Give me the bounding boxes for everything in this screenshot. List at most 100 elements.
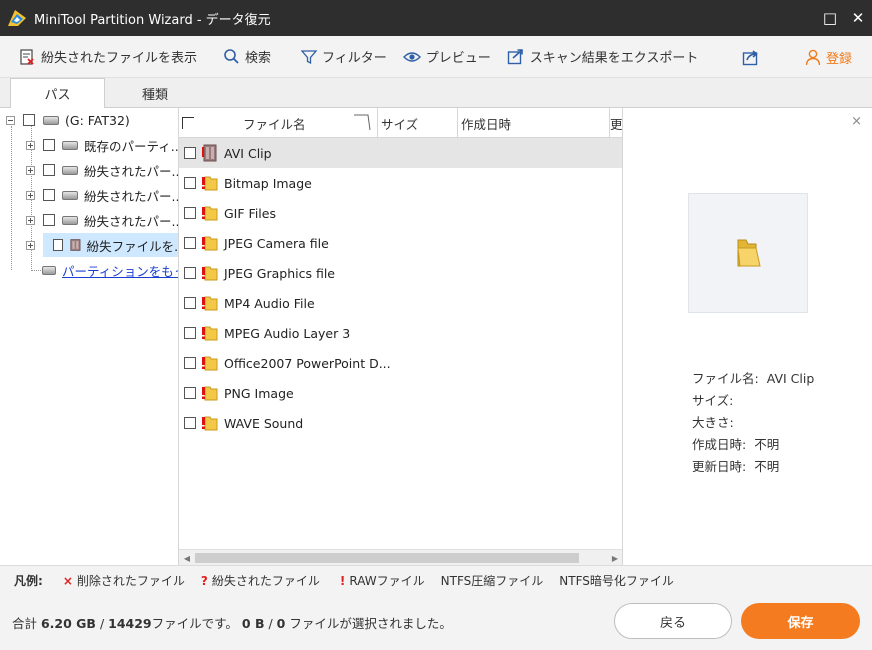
- tree-item[interactable]: 既存のパーティ...: [26, 133, 178, 157]
- expand-icon[interactable]: [26, 190, 35, 200]
- scrollbar-thumb[interactable]: [195, 553, 579, 563]
- meta-dimensions-label: 大きさ:: [692, 415, 734, 430]
- preview-panel: × ファイル名: AVI Clip サイズ: 大きさ: 作成日時: 不明 更新日…: [623, 108, 872, 565]
- column-name-label: ファイル名: [243, 116, 306, 132]
- tree-root[interactable]: (G: FAT32): [6, 108, 130, 132]
- file-row-checkbox[interactable]: [184, 297, 196, 309]
- raw-file-icon: [202, 144, 217, 162]
- expand-icon[interactable]: [26, 240, 35, 250]
- summary-selected-size: 0 B: [241, 616, 265, 631]
- meta-created: 作成日時: 不明: [692, 434, 779, 453]
- status-bar: 合計 6.20 GB / 14429ファイルです。 0 B / 0 ファイルが選…: [0, 595, 872, 650]
- save-button-label: 保存: [787, 615, 814, 631]
- export-results-label: スキャン結果をエクスポート: [529, 51, 699, 66]
- meta-modified: 更新日時: 不明: [692, 456, 779, 475]
- tree-item[interactable]: 紛失されたパー...: [26, 158, 178, 182]
- horizontal-scrollbar[interactable]: ◀ ▶: [179, 549, 622, 565]
- more-partitions-link[interactable]: パーティションをもっ...: [62, 261, 178, 280]
- window-title: MiniTool Partition Wizard - データ復元: [34, 12, 271, 28]
- back-button[interactable]: 戻る: [614, 603, 732, 639]
- column-size[interactable]: サイズ: [378, 108, 458, 138]
- drive-icon: [62, 190, 78, 200]
- tree-item-checkbox[interactable]: [43, 189, 55, 201]
- column-name[interactable]: ファイル名: [203, 108, 378, 138]
- file-row[interactable]: WAVE Sound: [179, 408, 622, 438]
- maximize-button[interactable]: □: [816, 0, 844, 36]
- close-button[interactable]: ✕: [844, 0, 872, 36]
- file-row-checkbox[interactable]: [184, 357, 196, 369]
- file-row-checkbox[interactable]: [184, 417, 196, 429]
- legend-ntfs-compressed-label: NTFS圧縮ファイル: [440, 574, 544, 588]
- close-preview-icon[interactable]: ×: [851, 114, 862, 129]
- select-all-checkbox[interactable]: [182, 117, 194, 129]
- file-row[interactable]: Bitmap Image: [179, 168, 622, 198]
- eye-icon: [402, 51, 421, 62]
- meta-modified-label: 更新日時:: [692, 459, 747, 474]
- meta-size: サイズ:: [692, 390, 733, 409]
- close-icon: ✕: [851, 9, 865, 27]
- search-button[interactable]: 検索: [217, 36, 277, 78]
- scroll-left-icon[interactable]: ◀: [179, 550, 195, 565]
- title-bar: MiniTool Partition Wizard - データ復元 □ ✕: [0, 0, 872, 36]
- collapse-icon[interactable]: [6, 115, 15, 125]
- tree-item[interactable]: 紛失されたパー...: [26, 208, 178, 232]
- file-row[interactable]: MPEG Audio Layer 3: [179, 318, 622, 348]
- show-lost-files-label: 紛失されたファイルを表示: [41, 51, 198, 66]
- legend-deleted-label: 削除されたファイル: [76, 574, 185, 588]
- show-lost-files-button[interactable]: 紛失されたファイルを表示: [12, 36, 203, 78]
- tree-item-checkbox[interactable]: [43, 139, 55, 151]
- file-row-checkbox[interactable]: [184, 177, 196, 189]
- raw-mark-icon: !: [339, 573, 346, 588]
- filter-label: フィルター: [322, 51, 387, 66]
- file-row[interactable]: Office2007 PowerPoint D...: [179, 348, 622, 378]
- tab-type[interactable]: 種類: [105, 78, 205, 108]
- save-button[interactable]: 保存: [741, 603, 860, 639]
- scroll-right-icon[interactable]: ▶: [607, 550, 622, 565]
- file-name: AVI Clip: [224, 145, 272, 161]
- expand-icon[interactable]: [26, 215, 35, 225]
- expand-icon[interactable]: [26, 140, 35, 150]
- file-row[interactable]: AVI Clip: [179, 138, 622, 168]
- file-row[interactable]: GIF Files: [179, 198, 622, 228]
- register-button[interactable]: 登録: [799, 36, 858, 78]
- drive-icon: [43, 115, 59, 125]
- share-button[interactable]: [736, 36, 771, 78]
- file-row[interactable]: MP4 Audio File: [179, 288, 622, 318]
- column-created-label: 作成日時: [461, 116, 512, 132]
- legend-ntfs-encrypted: NTFS暗号化ファイル: [559, 572, 674, 589]
- tree-item[interactable]: 紛失ファイルを...: [26, 233, 178, 257]
- file-row-checkbox[interactable]: [184, 387, 196, 399]
- file-row-checkbox[interactable]: [184, 327, 196, 339]
- lost-folder-icon: [202, 266, 218, 281]
- file-row[interactable]: JPEG Camera file: [179, 228, 622, 258]
- legend-deleted: × 削除されたファイル: [63, 572, 185, 589]
- legend-raw-label: RAWファイル: [349, 574, 425, 588]
- legend-ntfs-encrypted-label: NTFS暗号化ファイル: [559, 574, 674, 588]
- tree-item-checkbox[interactable]: [43, 214, 55, 226]
- file-row[interactable]: PNG Image: [179, 378, 622, 408]
- more-partitions-item[interactable]: パーティションをもっ...: [42, 258, 178, 282]
- file-row[interactable]: JPEG Graphics file: [179, 258, 622, 288]
- preview-button[interactable]: プレビュー: [397, 36, 497, 78]
- export-results-button[interactable]: スキャン結果をエクスポート: [501, 36, 705, 78]
- column-created[interactable]: 作成日時: [458, 108, 610, 138]
- expand-icon[interactable]: [26, 165, 35, 175]
- file-row-checkbox[interactable]: [184, 207, 196, 219]
- tree-root-checkbox[interactable]: [23, 114, 35, 126]
- tree-item-checkbox[interactable]: [53, 239, 63, 251]
- column-modified[interactable]: 更: [610, 108, 622, 138]
- filter-button[interactable]: フィルター: [295, 36, 393, 78]
- file-row-checkbox[interactable]: [184, 147, 196, 159]
- file-row-checkbox[interactable]: [184, 267, 196, 279]
- column-checkbox[interactable]: [179, 108, 203, 138]
- file-row-checkbox[interactable]: [184, 237, 196, 249]
- scan-summary: 合計 6.20 GB / 14429ファイルです。 0 B / 0 ファイルが選…: [12, 613, 452, 632]
- tree-item[interactable]: 紛失されたパー...: [26, 183, 178, 207]
- file-name: GIF Files: [224, 205, 276, 221]
- lost-folder-icon: [202, 236, 218, 251]
- lost-folder-icon: [202, 386, 218, 401]
- lost-mark-icon: ?: [200, 573, 208, 588]
- column-size-label: サイズ: [381, 116, 419, 132]
- tree-item-checkbox[interactable]: [43, 164, 55, 176]
- tab-path[interactable]: パス: [10, 78, 105, 109]
